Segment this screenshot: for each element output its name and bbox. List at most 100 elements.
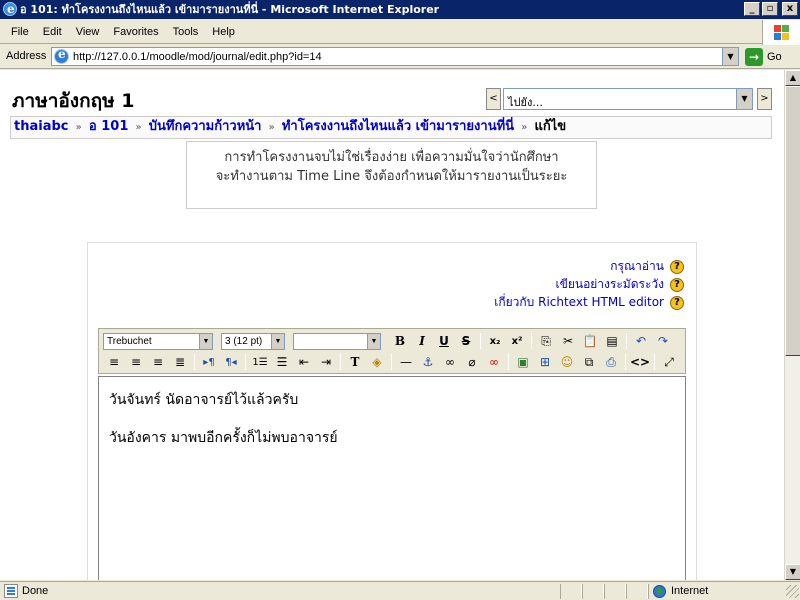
justify-icon[interactable]: ≣: [169, 353, 191, 372]
status-cell: [604, 584, 626, 599]
ltr-icon[interactable]: ▸¶: [198, 353, 220, 372]
menu-view[interactable]: View: [69, 26, 107, 38]
go-label[interactable]: Go: [767, 51, 782, 63]
insert-table-icon[interactable]: ⊞: [534, 353, 556, 372]
font-select-value: Trebuchet: [107, 335, 152, 347]
toolbar-separator: [480, 333, 481, 349]
unordered-list-icon[interactable]: ☰: [271, 353, 293, 372]
help-icon[interactable]: ?: [670, 295, 684, 310]
close-button[interactable]: x: [782, 2, 798, 16]
paste-icon[interactable]: 📋: [579, 332, 601, 351]
redo-icon[interactable]: ↷: [652, 332, 674, 351]
html-source-icon[interactable]: <>: [629, 353, 651, 372]
anchor-icon[interactable]: ⚓: [417, 353, 439, 372]
scroll-up-icon[interactable]: ▲: [785, 70, 800, 86]
chevron-down-icon[interactable]: ▼: [271, 333, 284, 349]
align-left-icon[interactable]: ≡: [103, 353, 125, 372]
outdent-icon[interactable]: ⇤: [293, 353, 315, 372]
help-link-read[interactable]: กรุณาอ่าน: [610, 257, 664, 276]
style-select[interactable]: ▼: [293, 332, 381, 350]
special-char-icon[interactable]: ⧉: [578, 353, 600, 372]
breadcrumb-site[interactable]: thaiabc: [14, 119, 68, 134]
align-center-icon[interactable]: ≡: [125, 353, 147, 372]
windows-logo: [762, 20, 800, 45]
breadcrumb-course[interactable]: อ 101: [89, 119, 128, 134]
chevron-down-icon[interactable]: ▼: [199, 333, 212, 349]
toolbar-row: ≡ ≡ ≡ ≣ ▸¶ ¶◂ 1☰ ☰ ⇤ ⇥ T ◈ — ⚓ ∞ ⌀ ∞ ▣ ⊞…: [103, 352, 680, 372]
bold-icon[interactable]: B: [389, 332, 411, 351]
jump-next-button[interactable]: >: [757, 88, 772, 110]
size-select[interactable]: 3 (12 pt) ▼: [221, 332, 285, 350]
toolbar-separator: [194, 354, 195, 370]
italic-icon[interactable]: I: [411, 332, 433, 351]
vertical-scrollbar[interactable]: ▲ ▼: [784, 70, 800, 580]
scrollbar-thumb[interactable]: [785, 86, 800, 356]
status-cell: [560, 584, 582, 599]
address-bar: Address http://127.0.0.1/moodle/mod/jour…: [0, 45, 800, 69]
align-right-icon[interactable]: ≡: [147, 353, 169, 372]
search-replace-icon[interactable]: ⎙: [600, 353, 622, 372]
jump-prev-button[interactable]: <: [486, 88, 501, 110]
breadcrumb-separator: »: [135, 122, 142, 133]
background-color-icon[interactable]: ◈: [366, 353, 388, 372]
chevron-down-icon[interactable]: ▼: [722, 48, 738, 65]
horizontal-rule-icon[interactable]: —: [395, 353, 417, 372]
chevron-down-icon[interactable]: ▼: [736, 89, 752, 109]
smiley-icon[interactable]: ☺: [556, 353, 578, 372]
menu-help[interactable]: Help: [205, 26, 242, 38]
fullscreen-icon[interactable]: ⤢: [658, 353, 680, 372]
menu-tools[interactable]: Tools: [166, 26, 206, 38]
menu-bar: File Edit View Favorites Tools Help: [0, 20, 800, 44]
address-label: Address: [6, 50, 47, 62]
windows-flag-icon: [774, 25, 790, 41]
nolink-icon[interactable]: ∞: [483, 353, 505, 372]
editor-paragraph[interactable]: วันจันทร์ นัดอาจารย์ไว้แล้วครับ: [109, 391, 675, 410]
breadcrumb-journals[interactable]: บันทึกความก้าวหน้า: [149, 119, 262, 134]
minimize-button[interactable]: _: [744, 2, 760, 16]
text-color-icon[interactable]: T: [344, 353, 366, 372]
undo-icon[interactable]: ↶: [630, 332, 652, 351]
address-input[interactable]: http://127.0.0.1/moodle/mod/journal/edit…: [51, 47, 739, 66]
richtext-editor-area[interactable]: วันจันทร์ นัดอาจารย์ไว้แล้วครับ วันอังคา…: [98, 376, 686, 580]
scroll-down-icon[interactable]: ▼: [785, 564, 800, 580]
window-title: อ 101: ทำโครงงานถึงไหนแล้ว เข้ามารายงานท…: [20, 3, 440, 16]
chevron-down-icon[interactable]: ▼: [367, 333, 380, 349]
breadcrumb-current: แก้ไข: [534, 119, 567, 134]
help-row-write: เขียนอย่างระมัดระวัง ?: [556, 275, 684, 294]
unlink-icon[interactable]: ⌀: [461, 353, 483, 372]
cut-icon[interactable]: ✂: [557, 332, 579, 351]
font-select[interactable]: Trebuchet ▼: [103, 332, 213, 350]
help-row-editor: เกี่ยวกับ Richtext HTML editor ?: [494, 293, 684, 312]
size-select-value: 3 (12 pt): [225, 335, 263, 347]
menu-edit[interactable]: Edit: [36, 26, 69, 38]
strikethrough-icon[interactable]: S: [455, 332, 477, 351]
subscript-icon[interactable]: x₂: [484, 332, 506, 351]
go-button[interactable]: → Go: [745, 47, 790, 66]
ordered-list-icon[interactable]: 1☰: [249, 353, 271, 372]
help-link-richtext[interactable]: เกี่ยวกับ Richtext HTML editor: [494, 293, 664, 312]
help-icon[interactable]: ?: [670, 277, 684, 292]
insert-image-icon[interactable]: ▣: [512, 353, 534, 372]
superscript-icon[interactable]: x²: [506, 332, 528, 351]
go-arrow-icon[interactable]: →: [745, 47, 763, 66]
editor-paragraph[interactable]: วันอังคาร มาพบอีกครั้งก็ไม่พบอาจารย์: [109, 429, 675, 448]
rtl-icon[interactable]: ¶◂: [220, 353, 242, 372]
window-controls: _ ▫ x: [744, 2, 798, 16]
maximize-button[interactable]: ▫: [762, 2, 778, 16]
toolbar-row: Trebuchet ▼ 3 (12 pt) ▼ ▼ B I U S x₂ x²: [103, 331, 674, 351]
page-viewport: ภาษาอังกฤษ 1 < ไปยัง... ▼ > thaiabc » อ …: [0, 70, 784, 580]
help-icon[interactable]: ?: [670, 259, 684, 274]
menu-favorites[interactable]: Favorites: [106, 26, 165, 38]
link-icon[interactable]: ∞: [439, 353, 461, 372]
address-url[interactable]: http://127.0.0.1/moodle/mod/journal/edit…: [73, 51, 322, 63]
indent-icon[interactable]: ⇥: [315, 353, 337, 372]
help-link-write[interactable]: เขียนอย่างระมัดระวัง: [556, 275, 664, 294]
status-cell: [582, 584, 604, 599]
resize-grip-icon[interactable]: [786, 585, 799, 598]
underline-icon[interactable]: U: [433, 332, 455, 351]
clean-word-icon[interactable]: ▤: [601, 332, 623, 351]
copy-icon[interactable]: ⎘: [535, 332, 557, 351]
menu-file[interactable]: File: [4, 26, 36, 38]
jump-to-select[interactable]: ไปยัง... ▼: [503, 88, 753, 110]
breadcrumb-journal[interactable]: ทำโครงงานถึงไหนแล้ว เข้ามารายงานที่นี่: [282, 119, 514, 134]
